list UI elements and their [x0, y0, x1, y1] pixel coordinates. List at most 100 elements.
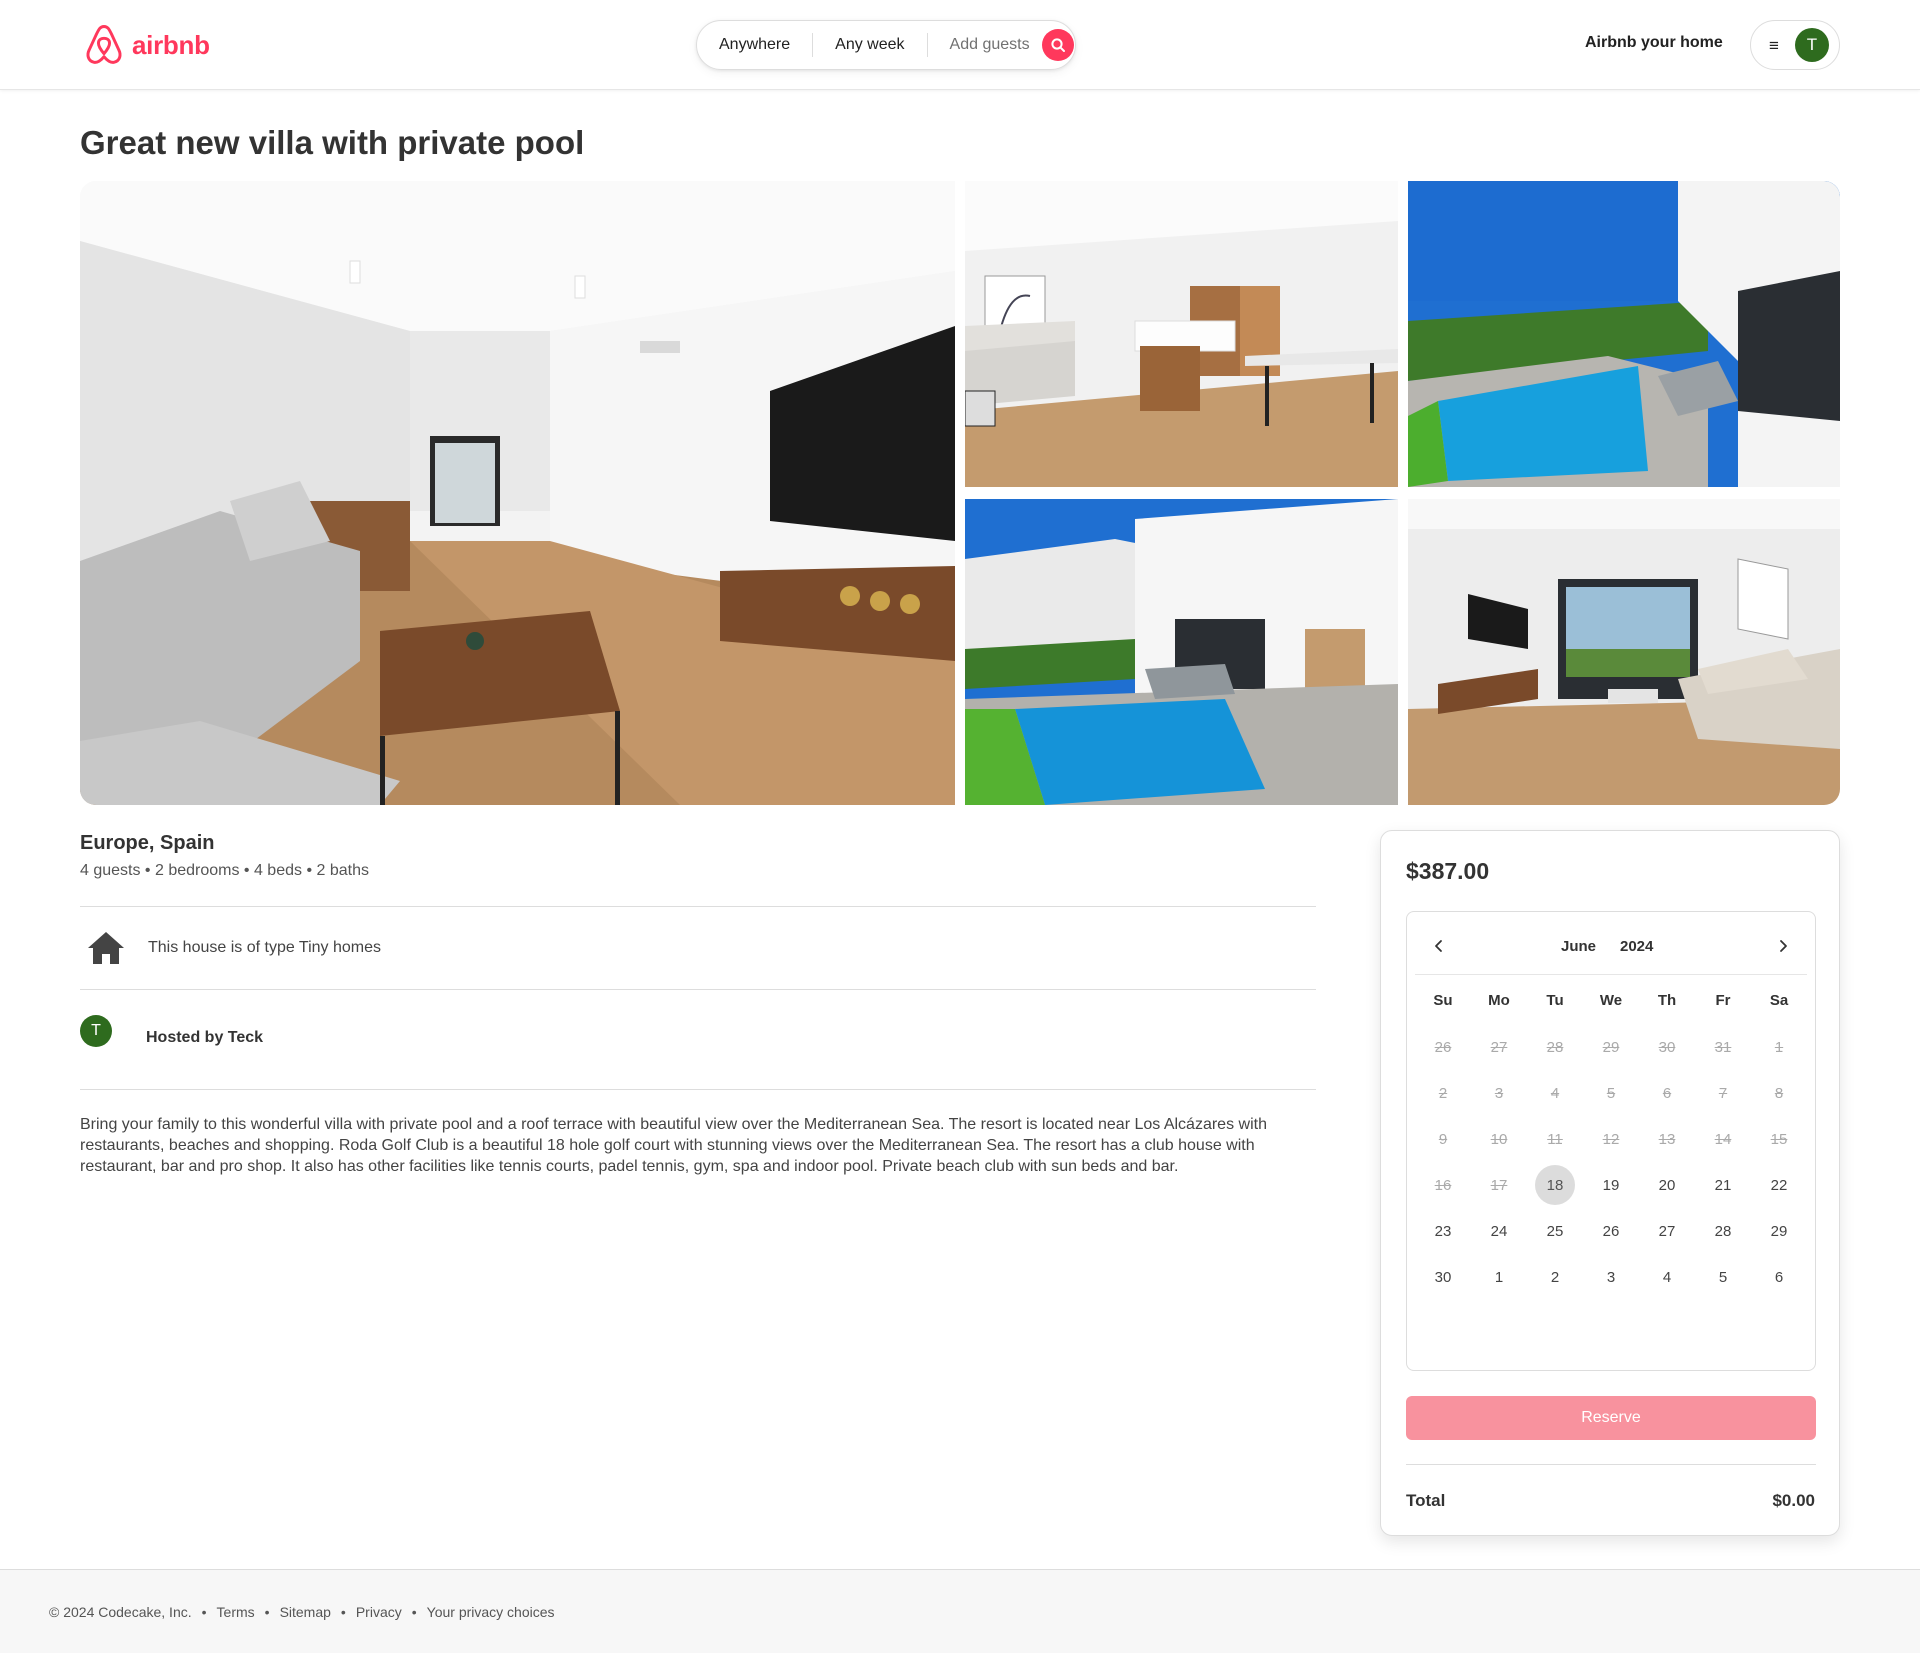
calendar-day[interactable]: 3 [1583, 1257, 1639, 1297]
calendar-day-number: 5 [1718, 1268, 1728, 1286]
search-anywhere[interactable]: Anywhere [697, 33, 812, 57]
calendar-day: 17 [1471, 1165, 1527, 1205]
calendar-day-number: 6 [1662, 1084, 1672, 1102]
calendar-day-number: 3 [1606, 1268, 1616, 1286]
calendar-day[interactable]: 30 [1415, 1257, 1471, 1297]
calendar-day[interactable]: 26 [1583, 1211, 1639, 1251]
calendar-day-number: 20 [1658, 1176, 1676, 1194]
calendar-day: 26 [1415, 1027, 1471, 1067]
calendar-month: June [1561, 938, 1597, 955]
calendar-day[interactable]: 5 [1695, 1257, 1751, 1297]
nightly-price: $387.00 [1406, 858, 1490, 884]
calendar-day[interactable]: 6 [1751, 1257, 1807, 1297]
footer-separator: • [411, 1604, 417, 1620]
calendar-day-number: 29 [1602, 1038, 1620, 1056]
footer-link-sitemap[interactable]: Sitemap [280, 1604, 331, 1620]
calendar-day-number: 28 [1714, 1222, 1732, 1240]
calendar-day[interactable]: 24 [1471, 1211, 1527, 1251]
calendar-day-number: 26 [1602, 1222, 1620, 1240]
weekday-label: Th [1657, 992, 1677, 1009]
total-label: Total [1406, 1491, 1446, 1510]
villa-exterior-pool-photo[interactable] [965, 499, 1398, 805]
reserve-button[interactable]: Reserve [1406, 1396, 1816, 1440]
calendar-week-row: 9 10 11 12 13 14 15 [1415, 1119, 1807, 1159]
footer-separator: • [201, 1604, 207, 1620]
pool-terrace-photo[interactable] [1408, 181, 1840, 487]
calendar-year: 2024 [1620, 938, 1654, 955]
calendar: June 2024 Su Mo Tu We Th Fr Sa 26 27 28 29 3… [1406, 911, 1816, 1371]
calendar-day[interactable]: 21 [1695, 1165, 1751, 1205]
calendar-day[interactable]: 1 [1471, 1257, 1527, 1297]
calendar-day[interactable]: 25 [1527, 1211, 1583, 1251]
calendar-day-number: 10 [1490, 1130, 1508, 1148]
calendar-day[interactable]: 28 [1695, 1211, 1751, 1251]
calendar-day-number: 28 [1546, 1038, 1564, 1056]
divider [80, 906, 1316, 907]
calendar-day[interactable]: 23 [1415, 1211, 1471, 1251]
host-avatar: T [80, 1015, 112, 1047]
search-button[interactable] [1041, 29, 1074, 61]
user-menu-button[interactable]: ≡ T [1750, 20, 1840, 70]
calendar-day[interactable]: 29 [1751, 1211, 1807, 1251]
calendar-divider [1415, 974, 1807, 975]
calendar-week-row: 2 3 4 5 6 7 8 [1415, 1073, 1807, 1113]
calendar-week-row: 26 27 28 29 30 31 1 [1415, 1027, 1807, 1067]
listing-stats: 4 guests • 2 bedrooms • 4 beds • 2 baths [80, 862, 369, 879]
search-add-guests[interactable]: Add guests [928, 33, 1042, 57]
avatar: T [1794, 28, 1829, 62]
calendar-day-number: 19 [1602, 1176, 1620, 1194]
footer-link-privacy-choices[interactable]: Your privacy choices [427, 1604, 555, 1620]
airbnb-your-home-link[interactable]: Airbnb your home [1585, 34, 1723, 52]
calendar-day: 12 [1583, 1119, 1639, 1159]
house-type-text: This house is of type Tiny homes [148, 939, 381, 956]
calendar-week-row: 30 1 2 3 4 5 6 [1415, 1257, 1807, 1297]
calendar-day: 7 [1695, 1073, 1751, 1113]
calendar-day: 2 [1415, 1073, 1471, 1113]
search-bar[interactable]: Anywhere Any week Add guests [696, 20, 1076, 70]
weekday-label: Tu [1546, 992, 1564, 1009]
calendar-day-number: 30 [1658, 1038, 1676, 1056]
search-any-week[interactable]: Any week [813, 33, 926, 57]
chevron-right-icon [1780, 940, 1787, 952]
calendar-day-number: 5 [1606, 1084, 1616, 1102]
calendar-day-number: 24 [1490, 1222, 1508, 1240]
divider [80, 1089, 1316, 1090]
copyright-text: © 2024 Codecake, Inc. [49, 1604, 192, 1620]
calendar-day-number: 27 [1490, 1038, 1508, 1056]
calendar-day-selected[interactable]: 18 [1527, 1165, 1583, 1205]
calendar-day[interactable]: 4 [1639, 1257, 1695, 1297]
calendar-day-number: 2 [1438, 1084, 1448, 1102]
calendar-day: 3 [1471, 1073, 1527, 1113]
calendar-day-number: 12 [1602, 1130, 1620, 1148]
calendar-day[interactable]: 20 [1639, 1165, 1695, 1205]
lounge-photo[interactable] [1408, 499, 1840, 805]
calendar-day-number: 9 [1438, 1130, 1448, 1148]
calendar-day-number: 16 [1434, 1176, 1452, 1194]
calendar-day[interactable]: 19 [1583, 1165, 1639, 1205]
calendar-day-number: 11 [1547, 1130, 1563, 1148]
calendar-next-button[interactable] [1771, 934, 1795, 958]
weekday-label: Mo [1488, 992, 1510, 1009]
calendar-day: 28 [1527, 1027, 1583, 1067]
airbnb-logo[interactable]: airbnb [84, 24, 210, 66]
calendar-prev-button[interactable] [1427, 934, 1451, 958]
weekday-header: Su Mo Tu We Th Fr Sa [1415, 992, 1807, 1009]
calendar-day-number: 15 [1770, 1130, 1788, 1148]
listing-location: Europe, Spain [80, 832, 215, 854]
footer-separator: • [264, 1604, 270, 1620]
calendar-day-number: 31 [1714, 1038, 1732, 1056]
calendar-day: 13 [1639, 1119, 1695, 1159]
calendar-day[interactable]: 27 [1639, 1211, 1695, 1251]
calendar-day: 30 [1639, 1027, 1695, 1067]
living-room-photo[interactable] [80, 181, 955, 805]
calendar-day[interactable]: 22 [1751, 1165, 1807, 1205]
calendar-day-number: 27 [1658, 1222, 1676, 1240]
kitchen-dining-photo[interactable] [965, 181, 1398, 487]
calendar-day-number: 23 [1434, 1222, 1452, 1240]
calendar-day: 16 [1415, 1165, 1471, 1205]
footer-link-privacy[interactable]: Privacy [356, 1604, 402, 1620]
calendar-day[interactable]: 2 [1527, 1257, 1583, 1297]
calendar-day: 9 [1415, 1119, 1471, 1159]
footer-link-terms[interactable]: Terms [217, 1604, 255, 1620]
calendar-day-number: 6 [1774, 1268, 1784, 1286]
